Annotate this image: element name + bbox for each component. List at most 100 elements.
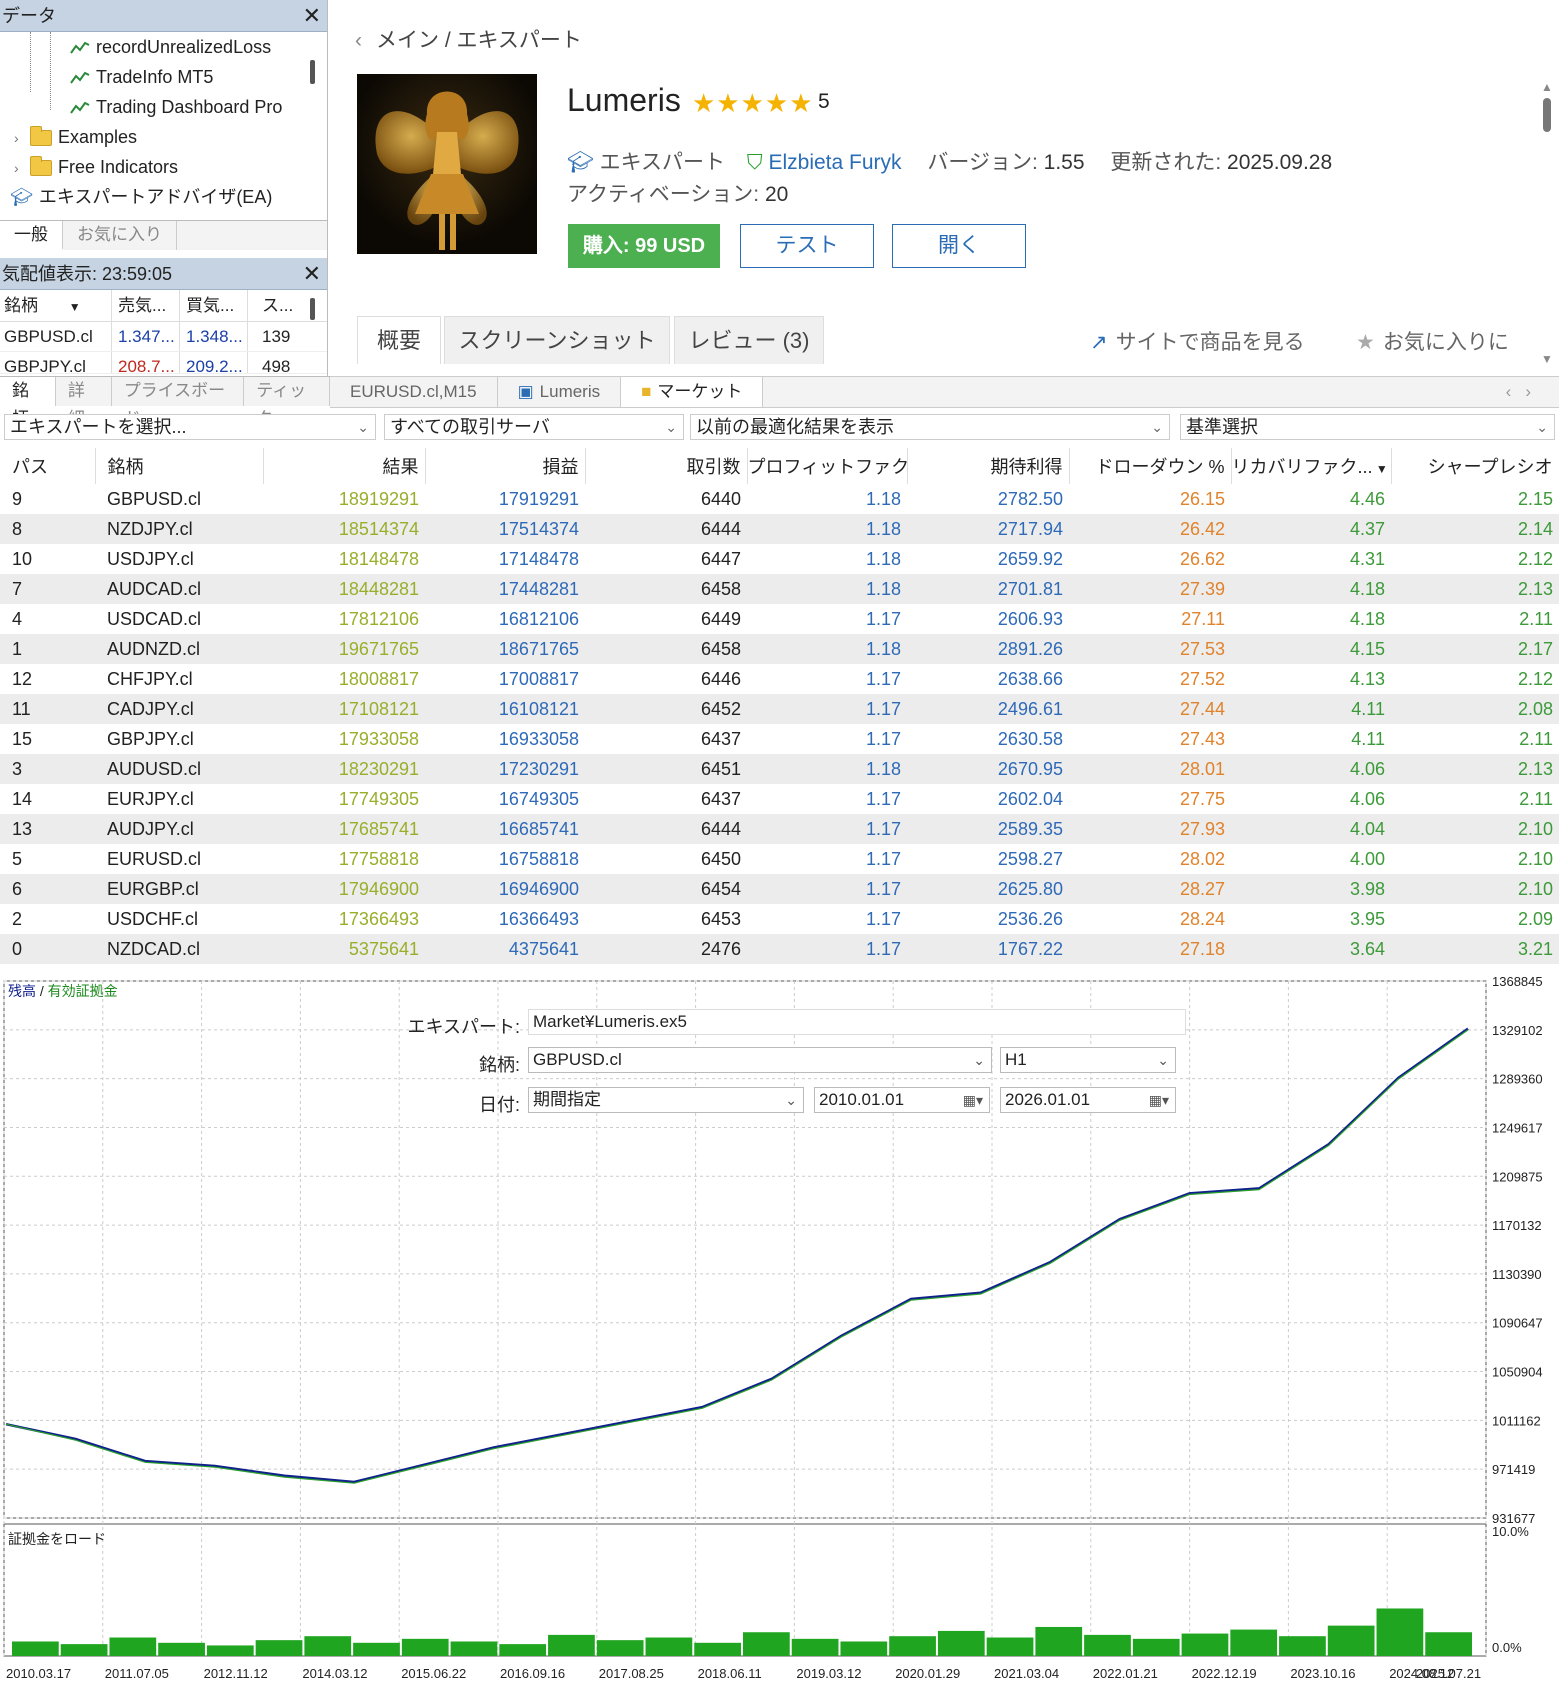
column-recovery-factor[interactable]: リカバリファク... ▼ bbox=[1231, 448, 1392, 484]
chevron-left-icon[interactable]: ‹ bbox=[355, 29, 362, 52]
date-mode-select[interactable]: 期間指定 ⌄ bbox=[528, 1087, 804, 1113]
table-row[interactable]: 5 EURUSD.cl 17758818 16758818 6450 1.17 2598.2… bbox=[0, 844, 1559, 874]
timeframe-select[interactable]: H1 ⌄ bbox=[1000, 1047, 1176, 1073]
tab-scroll-arrows[interactable]: ‹› bbox=[1506, 377, 1559, 407]
table-header: パス銘柄結果損益取引数プロフィットファクター期待利得ドローダウン %リカバリファ… bbox=[0, 448, 1559, 484]
scrollbar-thumb[interactable] bbox=[310, 298, 315, 320]
server-select[interactable]: すべての取引サーバ ⌄ bbox=[384, 414, 684, 440]
tab-market[interactable]: ■ マーケット bbox=[621, 377, 764, 407]
cell-profit: 16812106 bbox=[498, 608, 579, 629]
table-row[interactable]: 15 GBPJPY.cl 17933058 16933058 6437 1.17 2630.… bbox=[0, 724, 1559, 754]
tab-screenshots[interactable]: スクリーンショット bbox=[444, 316, 670, 364]
close-icon[interactable]: ✕ bbox=[303, 258, 321, 290]
tab-ticks[interactable]: ティック bbox=[244, 377, 330, 428]
table-row[interactable]: 0 NZDCAD.cl 5375641 4375641 2476 1.17 1767.22 2… bbox=[0, 934, 1559, 964]
table-row[interactable]: 4 USDCAD.cl 17812106 16812106 6449 1.17 2606.9… bbox=[0, 604, 1559, 634]
add-favorite-link[interactable]: ★ お気に入りに bbox=[1356, 326, 1509, 356]
calendar-icon[interactable]: ▦▾ bbox=[1149, 1088, 1169, 1112]
table-row[interactable]: 12 CHFJPY.cl 18008817 17008817 6446 1.17 2638.… bbox=[0, 664, 1559, 694]
version-value: 1.55 bbox=[1043, 151, 1085, 174]
column-profit[interactable]: 損益 bbox=[425, 448, 586, 484]
product-image[interactable] bbox=[357, 74, 537, 254]
cell-symbol: NZDCAD.cl bbox=[95, 934, 263, 964]
close-icon[interactable]: ✕ bbox=[303, 0, 321, 32]
tree-item-expert[interactable]: 🎓︎ エキスパートアドバイザ(EA) bbox=[0, 182, 327, 212]
table-row[interactable]: 13 AUDJPY.cl 17685741 16685741 6444 1.17 2589.… bbox=[0, 814, 1559, 844]
navigator-tabs: 一般 お気に入り bbox=[0, 220, 327, 250]
folder-icon bbox=[30, 156, 52, 177]
tree-item-indicator[interactable]: Trading Dashboard Pro bbox=[0, 92, 327, 122]
table-row[interactable]: 11 CADJPY.cl 17108121 16108121 6452 1.17 2496.… bbox=[0, 694, 1559, 724]
expert-cap-icon: 🎓︎ bbox=[10, 187, 33, 207]
calendar-icon[interactable]: ▦▾ bbox=[963, 1088, 983, 1112]
market-watch-row[interactable]: GBPUSD.cl 1.347... 1.348... 139 bbox=[0, 322, 327, 352]
cell-expected-payoff: 2638.66 bbox=[997, 668, 1063, 689]
tab-lumeris[interactable]: ▣ Lumeris bbox=[498, 377, 622, 407]
cell-profit: 17514374 bbox=[425, 514, 585, 544]
table-row[interactable]: 2 USDCHF.cl 17366493 16366493 6453 1.17 2536.2… bbox=[0, 904, 1559, 934]
tree-item-folder[interactable]: › Examples bbox=[0, 122, 327, 152]
author-link[interactable]: Elzbieta Furyk bbox=[768, 151, 901, 174]
scrollbar-thumb[interactable] bbox=[310, 60, 315, 84]
column-expected-payoff[interactable]: 期待利得 bbox=[907, 448, 1070, 484]
column-sharpe-ratio[interactable]: シャープレシオ bbox=[1391, 448, 1559, 484]
product-scrollbar[interactable]: ▲ ▼ bbox=[1540, 80, 1554, 366]
version-label: バージョン: bbox=[927, 151, 1038, 174]
column-drawdown[interactable]: ドローダウン % bbox=[1069, 448, 1232, 484]
results-select[interactable]: 以前の最適化結果を表示 ⌄ bbox=[690, 414, 1170, 440]
view-on-site-link[interactable]: ↗ サイトで商品を見る bbox=[1090, 326, 1305, 356]
column-bid[interactable]: 売気... bbox=[112, 290, 180, 321]
chevron-down-icon: ⌄ bbox=[665, 419, 677, 435]
tree-item-folder[interactable]: › Free Indicators bbox=[0, 152, 327, 182]
scroll-down-icon[interactable]: ▼ bbox=[1540, 352, 1554, 366]
tree-item-indicator[interactable]: recordUnrealizedLoss bbox=[0, 32, 327, 62]
cell-pass: 13 bbox=[0, 814, 95, 844]
column-ask[interactable]: 買気... bbox=[180, 290, 248, 321]
column-symbol[interactable]: 銘柄 ▼ bbox=[0, 290, 112, 321]
column-pass[interactable]: パス bbox=[0, 448, 96, 484]
table-row[interactable]: 7 AUDCAD.cl 18448281 17448281 6458 1.18 2701.8… bbox=[0, 574, 1559, 604]
tab-details[interactable]: 詳細 bbox=[56, 377, 112, 428]
buy-button[interactable]: 購入: 99 USD bbox=[568, 224, 720, 268]
cell-symbol: USDCAD.cl bbox=[107, 608, 202, 629]
expert-select[interactable]: エキスパートを選択... ⌄ bbox=[4, 414, 376, 440]
chevron-right-icon[interactable]: › bbox=[14, 153, 30, 183]
product-page: ‹ メイン / エキスパート Lumeris ★★★★★ 5 🎓︎ エキスパート ⛉… bbox=[330, 0, 1559, 376]
symbol-select[interactable]: GBPUSD.cl ⌄ bbox=[528, 1047, 992, 1073]
column-trades[interactable]: 取引数 bbox=[585, 448, 748, 484]
criterion-select[interactable]: 基準選択 ⌄ bbox=[1180, 414, 1555, 440]
table-row[interactable]: 8 NZDJPY.cl 18514374 17514374 6444 1.18 2717.9… bbox=[0, 514, 1559, 544]
column-spread[interactable]: ス... bbox=[248, 290, 298, 321]
x-tick-label: 2017.08.25 bbox=[599, 1666, 664, 1681]
scroll-up-icon[interactable]: ▲ bbox=[1540, 80, 1554, 94]
column-profit-factor[interactable]: プロフィットファクター bbox=[747, 448, 908, 484]
table-row[interactable]: 3 AUDUSD.cl 18230291 17230291 6451 1.18 2670.9… bbox=[0, 754, 1559, 784]
table-row[interactable]: 10 USDJPY.cl 18148478 17148478 6447 1.18 2659.… bbox=[0, 544, 1559, 574]
tab-general[interactable]: 一般 bbox=[0, 221, 63, 250]
tab-favorites[interactable]: お気に入り bbox=[63, 221, 177, 250]
date-from-picker[interactable]: 2010.01.01 ▦▾ bbox=[814, 1087, 990, 1113]
table-row[interactable]: 14 EURJPY.cl 17749305 16749305 6437 1.17 2602.… bbox=[0, 784, 1559, 814]
table-row[interactable]: 9 GBPUSD.cl 18919291 17919291 6440 1.18 2782.5… bbox=[0, 484, 1559, 514]
table-row[interactable]: 6 EURGBP.cl 17946900 16946900 6454 1.17 2625.8… bbox=[0, 874, 1559, 904]
date-to-picker[interactable]: 2026.01.01 ▦▾ bbox=[1000, 1087, 1176, 1113]
breadcrumb-main[interactable]: メイン bbox=[376, 29, 439, 52]
tab-symbols[interactable]: 銘柄 bbox=[0, 377, 56, 428]
test-button[interactable]: テスト bbox=[740, 224, 874, 268]
table-row[interactable]: 1 AUDNZD.cl 19671765 18671765 6458 1.18 2891.2… bbox=[0, 634, 1559, 664]
tab-reviews[interactable]: レビュー (3) bbox=[674, 316, 824, 364]
open-button[interactable]: 開く bbox=[892, 224, 1026, 268]
expert-field[interactable]: Market¥Lumeris.ex5 bbox=[528, 1009, 1186, 1035]
x-tick-label: 2016.09.16 bbox=[500, 1666, 565, 1681]
breadcrumb-current[interactable]: エキスパート bbox=[457, 29, 582, 52]
market-watch-row[interactable]: GBPJPY.cl 208.7... 209.2... 498 bbox=[0, 352, 327, 374]
tab-chart[interactable]: EURUSD.cl,M15 bbox=[330, 377, 498, 407]
tree-item-indicator[interactable]: TradeInfo MT5 bbox=[0, 62, 327, 92]
cell-drawdown: 27.39 bbox=[1069, 574, 1231, 604]
chevron-right-icon[interactable]: › bbox=[14, 123, 30, 153]
column-symbol[interactable]: 銘柄 bbox=[95, 448, 264, 484]
tab-overview[interactable]: 概要 bbox=[357, 316, 441, 364]
tab-priceboard[interactable]: プライスボード bbox=[112, 377, 245, 428]
column-result[interactable]: 結果 bbox=[263, 448, 426, 484]
scrollbar-thumb[interactable] bbox=[1543, 98, 1551, 132]
